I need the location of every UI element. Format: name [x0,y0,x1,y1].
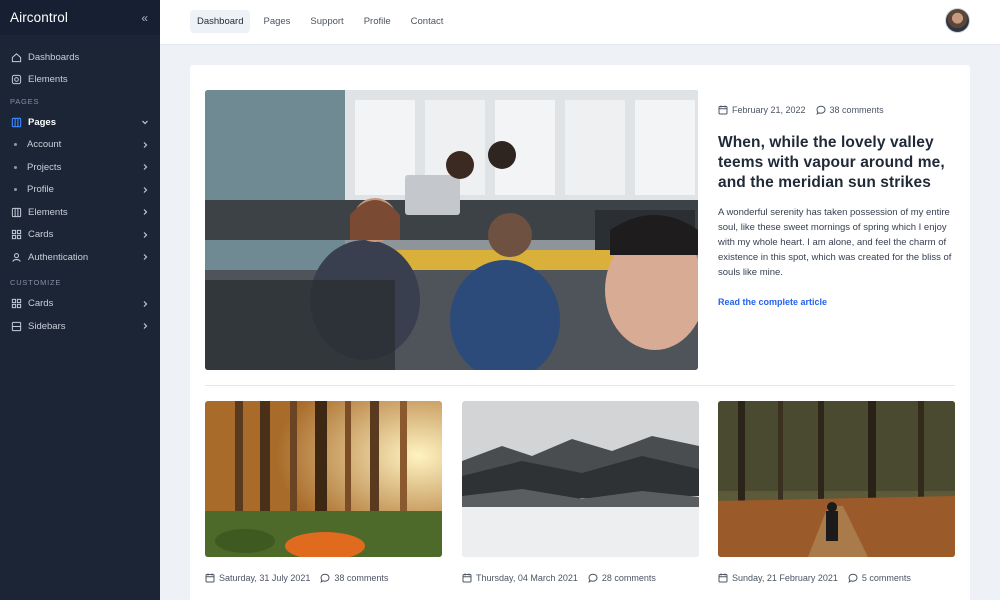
sidebar-item-label: Dashboards [28,51,80,63]
feature-comments[interactable]: 38 comments [830,105,884,115]
sidebar-item-sidebars[interactable]: Sidebars [0,315,160,338]
sidebar-item-dashboards[interactable]: Dashboards [0,46,160,69]
avatar[interactable] [945,8,970,33]
sidebar-item-cards[interactable]: Cards [0,224,160,247]
section-title-customize: CUSTOMIZE [10,278,62,287]
sidebar-item-label: Sidebars [28,320,66,332]
chevron-right-icon [143,209,148,216]
divider [205,385,955,386]
topbar: Dashboard Pages Support Profile Contact [160,0,1000,45]
chevron-right-icon [143,300,148,307]
post-date: Sunday, 21 February 2021 [732,573,838,583]
sidebar-item-account[interactable]: Account [0,134,160,157]
feature-body: A wonderful serenity has taken possessio… [718,207,952,278]
chevron-down-icon [142,120,148,125]
grid-icon [10,298,22,310]
read-more-link[interactable]: Read the complete article [718,297,827,307]
feature-title[interactable]: When, while the lovely valley teems with… [718,133,958,193]
feature-date: February 21, 2022 [732,105,806,115]
double-chevron-left-icon[interactable]: « [141,11,148,25]
comment-icon [588,573,598,583]
sidebar-nav: Dashboards Elements PAGES Pages Account … [0,35,160,338]
sidebar-item-projects[interactable]: Projects [0,156,160,179]
sidebar-item-pages[interactable]: Pages [0,111,160,134]
chevron-right-icon [143,254,148,261]
sidebar: Aircontrol « Dashboards Elements PAGES P… [0,0,160,600]
post-image-mountains[interactable] [462,401,699,557]
sidebar-item-label: Elements [28,206,68,218]
post-image-autumn-path[interactable] [718,401,955,557]
post-date: Saturday, 31 July 2021 [219,573,311,583]
layout-icon [10,116,22,128]
calendar-icon [205,573,215,583]
gear-icon [10,74,22,86]
calendar-icon [718,573,728,583]
top-nav: Dashboard Pages Support Profile Contact [190,10,450,33]
topnav-profile[interactable]: Profile [357,10,398,33]
topnav-pages[interactable]: Pages [256,10,297,33]
post-comments[interactable]: 28 comments [602,573,656,583]
sidebar-item-label: Profile [27,184,54,196]
columns-icon [10,206,22,218]
post-meta-2: Thursday, 04 March 2021 28 comments [462,573,656,583]
sidebar-item-elements-2[interactable]: Elements [0,201,160,224]
bullet-icon [14,165,17,169]
topnav-dashboard[interactable]: Dashboard [190,10,251,33]
sidebar-item-label: Cards [28,229,54,241]
brand-bar: Aircontrol « [0,0,160,35]
post-meta-1: Saturday, 31 July 2021 38 comments [205,573,388,583]
chevron-right-icon [143,231,148,238]
sidebar-item-elements[interactable]: Elements [0,69,160,92]
feature-image[interactable] [205,90,698,370]
sidebar-item-profile[interactable]: Profile [0,179,160,202]
bullet-icon [14,143,17,147]
comment-icon [320,573,330,583]
sidebar-item-label: Account [27,139,62,151]
comment-icon [815,105,826,115]
chevron-right-icon [143,141,148,148]
comment-icon [848,573,858,583]
user-icon [10,251,22,263]
blog-card: February 21, 2022 38 comments When, whil… [190,65,970,600]
sidebar-item-label: Pages [28,116,56,128]
sidebar-item-label: Projects [27,161,62,173]
home-icon [10,51,22,63]
section-title-pages: PAGES [10,96,40,106]
topnav-support[interactable]: Support [303,10,350,33]
chevron-right-icon [143,323,148,330]
post-comments[interactable]: 5 comments [862,573,911,583]
post-image-forest[interactable] [205,401,442,557]
calendar-icon [718,105,728,115]
topnav-contact[interactable]: Contact [404,10,451,33]
sidebar-item-label: Cards [28,298,54,310]
grid-icon [10,229,22,241]
chevron-right-icon [143,186,148,193]
bullet-icon [14,188,17,192]
feature-meta: February 21, 2022 38 comments [718,105,958,115]
post-comments[interactable]: 38 comments [334,573,388,583]
sidebar-item-label: Authentication [28,251,89,263]
chevron-right-icon [143,164,148,171]
post-meta-3: Sunday, 21 February 2021 5 comments [718,573,911,583]
post-date: Thursday, 04 March 2021 [476,573,578,583]
feature-text: February 21, 2022 38 comments When, whil… [718,105,958,310]
sidebar-item-label: Elements [28,74,68,86]
calendar-icon [462,573,472,583]
sidebar-icon [10,320,22,332]
sidebar-item-cards-2[interactable]: Cards [0,293,160,316]
brand-logo[interactable]: Aircontrol [10,10,68,25]
sidebar-item-authentication[interactable]: Authentication [0,246,160,269]
